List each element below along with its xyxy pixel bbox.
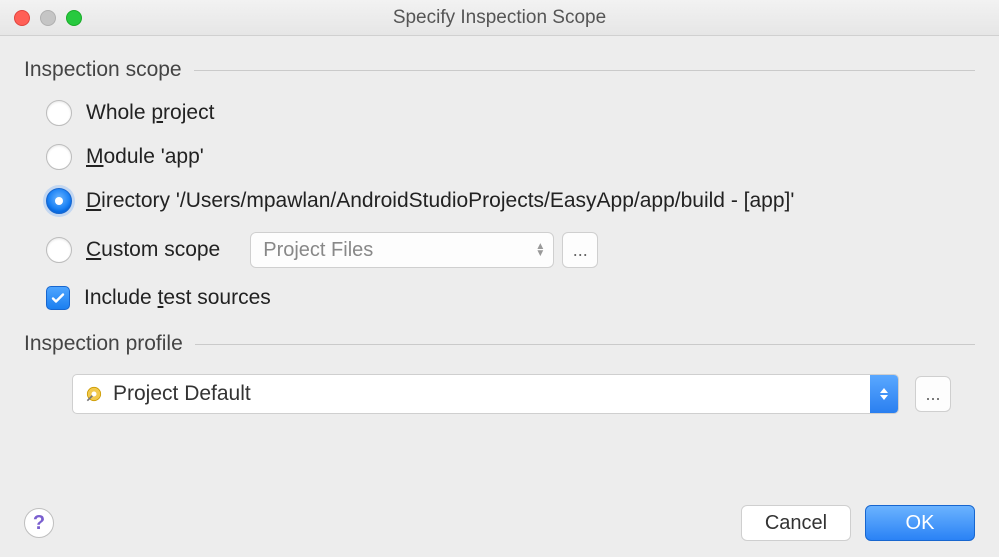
radio-custom-scope[interactable]: Custom scope Project Files ▲▼ ... — [46, 232, 975, 268]
cancel-button[interactable]: Cancel — [741, 505, 851, 541]
stepper-icon[interactable] — [870, 375, 898, 413]
radio-icon[interactable] — [46, 144, 72, 170]
radio-icon[interactable] — [46, 188, 72, 214]
window-controls — [14, 10, 82, 26]
profile-select[interactable]: Project Default — [72, 374, 899, 414]
ok-button[interactable]: OK — [865, 505, 975, 541]
custom-scope-value: Project Files — [263, 239, 373, 262]
check-icon — [50, 290, 66, 306]
window-title: Specify Inspection Scope — [0, 7, 999, 29]
radio-label: Whole project — [86, 101, 214, 125]
custom-scope-select[interactable]: Project Files ▲▼ — [250, 232, 554, 268]
custom-scope-browse-button[interactable]: ... — [562, 232, 598, 268]
radio-directory[interactable]: Directory '/Users/mpawlan/AndroidStudioP… — [46, 188, 975, 214]
legend-label: Inspection profile — [24, 332, 183, 356]
help-button[interactable]: ? — [24, 508, 54, 538]
legend-separator — [195, 344, 975, 345]
profile-value: Project Default — [113, 382, 251, 406]
radio-label: Module 'app' — [86, 145, 204, 169]
stepper-icon: ▲▼ — [535, 243, 545, 257]
radio-icon[interactable] — [46, 237, 72, 263]
inspection-profile-legend: Inspection profile — [24, 332, 975, 356]
checkbox-icon[interactable] — [46, 286, 70, 310]
profile-browse-button[interactable]: ... — [915, 376, 951, 412]
dialog-content: Inspection scope Whole project Module 'a… — [0, 36, 999, 424]
radio-label: Custom scope — [86, 238, 220, 262]
radio-module[interactable]: Module 'app' — [46, 144, 975, 170]
legend-separator — [194, 70, 975, 71]
legend-label: Inspection scope — [24, 58, 182, 82]
maximize-icon[interactable] — [66, 10, 82, 26]
radio-icon[interactable] — [46, 100, 72, 126]
close-icon[interactable] — [14, 10, 30, 26]
checkbox-label: Include test sources — [84, 286, 271, 310]
radio-label: Directory '/Users/mpawlan/AndroidStudioP… — [86, 189, 794, 213]
titlebar: Specify Inspection Scope — [0, 0, 999, 36]
inspection-scope-legend: Inspection scope — [24, 58, 975, 82]
radio-whole-project[interactable]: Whole project — [46, 100, 975, 126]
minimize-icon — [40, 10, 56, 26]
include-tests-row[interactable]: Include test sources — [46, 286, 975, 310]
gear-icon — [83, 383, 105, 405]
dialog-footer: ? Cancel OK — [0, 497, 999, 557]
profile-row: Project Default ... — [72, 374, 951, 414]
